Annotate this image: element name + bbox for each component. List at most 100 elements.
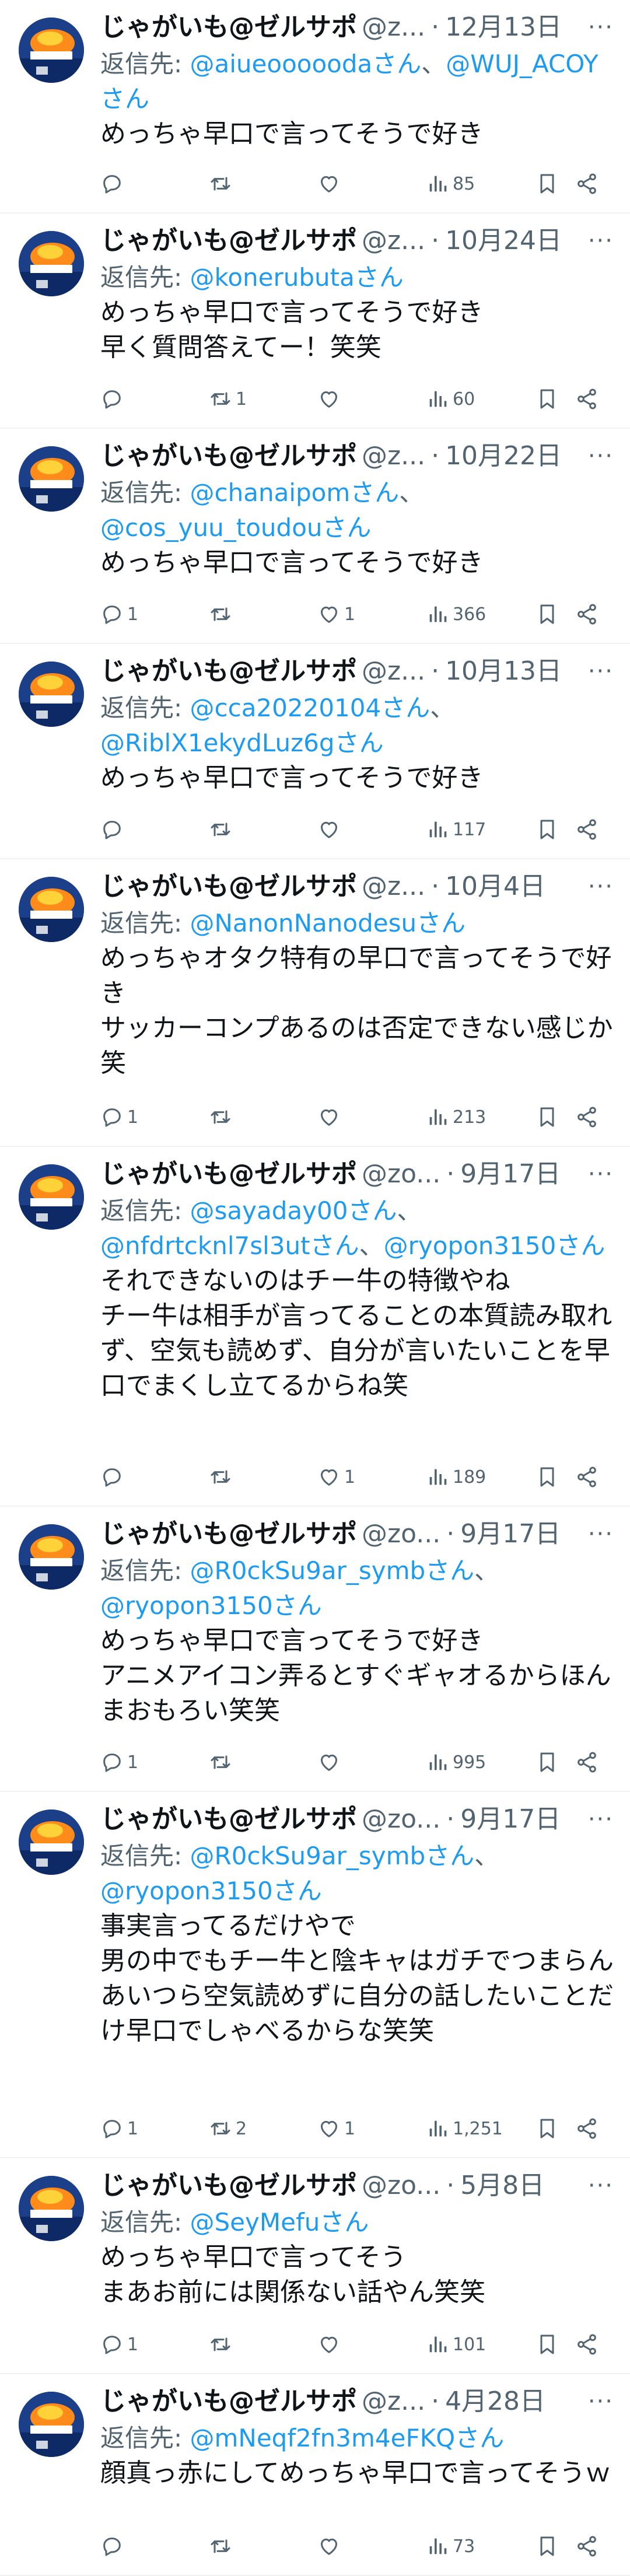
bookmark-button[interactable] xyxy=(536,2535,559,2558)
avatar[interactable] xyxy=(19,2392,84,2457)
views-button[interactable]: 117 xyxy=(426,818,486,841)
tweet[interactable]: じゃがいも@ゼルサポ @z... · 10月4日 ··· 返信先: @NanonNanod… xyxy=(0,859,630,1147)
reply-button[interactable] xyxy=(100,172,127,195)
like-button[interactable] xyxy=(317,387,344,411)
reply-button[interactable] xyxy=(100,2535,127,2558)
tweet[interactable]: じゃがいも@ゼルサポ @zo... · 9月17日 ··· 返信先: @sayaday00… xyxy=(0,1147,630,1507)
more-icon[interactable]: ··· xyxy=(588,1155,614,1194)
author-name[interactable]: じゃがいも@ゼルサポ xyxy=(100,8,357,47)
bookmark-button[interactable] xyxy=(536,818,559,841)
retweet-button[interactable] xyxy=(209,818,236,841)
share-button[interactable] xyxy=(575,1465,598,1489)
avatar[interactable] xyxy=(19,662,84,727)
tweet[interactable]: じゃがいも@ゼルサポ @z... · 10月22日 ··· 返信先: @chanaipom… xyxy=(0,429,630,644)
views-button[interactable]: 213 xyxy=(426,1105,486,1129)
author-name[interactable]: じゃがいも@ゼルサポ xyxy=(100,1515,357,1553)
author-name[interactable]: じゃがいも@ゼルサポ xyxy=(100,2166,357,2205)
like-button[interactable] xyxy=(317,1105,344,1129)
more-icon[interactable]: ··· xyxy=(588,2166,614,2205)
bookmark-button[interactable] xyxy=(536,172,559,195)
author-handle[interactable]: @z... xyxy=(362,437,425,475)
tweet[interactable]: じゃがいも@ゼルサポ @zo... · 5月8日 ··· 返信先: @SeyMefuさんめ… xyxy=(0,2158,630,2374)
retweet-button[interactable] xyxy=(209,1751,236,1774)
avatar[interactable] xyxy=(19,877,84,942)
more-icon[interactable]: ··· xyxy=(588,652,614,691)
reply-button[interactable] xyxy=(100,1465,127,1489)
bookmark-button[interactable] xyxy=(536,1465,559,1489)
author-name[interactable]: じゃがいも@ゼルサポ xyxy=(100,652,357,691)
more-icon[interactable]: ··· xyxy=(588,1515,614,1553)
views-button[interactable]: 60 xyxy=(426,387,475,411)
bookmark-button[interactable] xyxy=(536,603,559,626)
bookmark-button[interactable] xyxy=(536,1105,559,1129)
like-button[interactable] xyxy=(317,2333,344,2356)
share-button[interactable] xyxy=(575,2535,598,2558)
like-button[interactable] xyxy=(317,1751,344,1774)
more-icon[interactable]: ··· xyxy=(588,2382,614,2421)
tweet[interactable]: じゃがいも@ゼルサポ @z... · 4月28日 ··· 返信先: @mNeqf2fn3m… xyxy=(0,2374,630,2576)
author-handle[interactable]: @z... xyxy=(362,867,425,906)
like-button[interactable] xyxy=(317,818,344,841)
avatar[interactable] xyxy=(19,18,84,83)
share-button[interactable] xyxy=(575,2333,598,2356)
author-handle[interactable]: @z... xyxy=(362,8,425,47)
views-button[interactable]: 85 xyxy=(426,172,475,195)
tweet-date[interactable]: 5月8日 xyxy=(460,2166,544,2205)
share-button[interactable] xyxy=(575,2117,598,2140)
mention-link[interactable]: @nfdrtcknl7sl3ut xyxy=(100,1231,310,1260)
views-button[interactable]: 101 xyxy=(426,2333,486,2356)
tweet[interactable]: じゃがいも@ゼルサポ @zo... · 9月17日 ··· 返信先: @R0ckSu9ar… xyxy=(0,1507,630,1792)
views-button[interactable]: 995 xyxy=(426,1751,486,1774)
author-name[interactable]: じゃがいも@ゼルサポ xyxy=(100,867,357,906)
author-name[interactable]: じゃがいも@ゼルサポ xyxy=(100,1800,357,1839)
retweet-button[interactable] xyxy=(209,172,236,195)
author-name[interactable]: じゃがいも@ゼルサポ xyxy=(100,2382,357,2421)
author-name[interactable]: じゃがいも@ゼルサポ xyxy=(100,1155,357,1194)
retweet-button[interactable] xyxy=(209,603,236,626)
mention-link[interactable]: @WUJ_ACOY xyxy=(446,50,598,78)
like-button[interactable] xyxy=(317,172,344,195)
tweet-date[interactable]: 10月22日 xyxy=(445,437,562,475)
author-handle[interactable]: @z... xyxy=(362,652,425,691)
mention-link[interactable]: @cos_yuu_toudou xyxy=(100,513,323,542)
like-button[interactable]: 1 xyxy=(317,1465,355,1489)
reply-button[interactable]: 1 xyxy=(100,603,138,626)
share-button[interactable] xyxy=(575,818,598,841)
mention-link[interactable]: @ryopon3150 xyxy=(384,1231,556,1260)
more-icon[interactable]: ··· xyxy=(588,222,614,260)
views-button[interactable]: 1,251 xyxy=(426,2117,503,2140)
tweet-date[interactable]: 12月13日 xyxy=(445,8,562,47)
views-button[interactable]: 73 xyxy=(426,2535,475,2558)
mention-link[interactable]: @R0ckSu9ar_symb xyxy=(190,1842,426,1870)
tweet[interactable]: じゃがいも@ゼルサポ @z... · 10月24日 ··· 返信先: @konerubut… xyxy=(0,214,630,429)
mention-link[interactable]: @cca20220104 xyxy=(190,694,382,722)
mention-link[interactable]: @SeyMefu xyxy=(190,2208,320,2236)
reply-button[interactable] xyxy=(100,387,127,411)
like-button[interactable]: 1 xyxy=(317,603,355,626)
tweet[interactable]: じゃがいも@ゼルサポ @z... · 12月13日 ··· 返信先: @aiueooooo… xyxy=(0,0,630,214)
like-button[interactable]: 1 xyxy=(317,2117,355,2140)
retweet-button[interactable] xyxy=(209,2535,236,2558)
tweet-date[interactable]: 10月13日 xyxy=(445,652,562,691)
avatar[interactable] xyxy=(19,1524,84,1590)
bookmark-button[interactable] xyxy=(536,1751,559,1774)
views-button[interactable]: 366 xyxy=(426,603,486,626)
bookmark-button[interactable] xyxy=(536,2333,559,2356)
mention-link[interactable]: @NanonNanodesu xyxy=(190,909,417,937)
retweet-button[interactable] xyxy=(209,1465,236,1489)
retweet-button[interactable]: 1 xyxy=(209,387,247,411)
mention-link[interactable]: @chanaipom xyxy=(190,478,351,507)
mention-link[interactable]: @R0ckSu9ar_symb xyxy=(190,1556,426,1585)
mention-link[interactable]: @RiblX1ekydLuz6g xyxy=(100,729,335,757)
author-handle[interactable]: @zo... xyxy=(362,2166,440,2205)
author-name[interactable]: じゃがいも@ゼルサポ xyxy=(100,437,357,475)
author-handle[interactable]: @zo... xyxy=(362,1515,440,1553)
share-button[interactable] xyxy=(575,1105,598,1129)
tweet[interactable]: じゃがいも@ゼルサポ @zo... · 9月17日 ··· 返信先: @R0ckSu9ar… xyxy=(0,1792,630,2158)
reply-button[interactable] xyxy=(100,818,127,841)
mention-link[interactable]: @aiueoooooda xyxy=(190,50,373,78)
reply-button[interactable]: 1 xyxy=(100,1751,138,1774)
more-icon[interactable]: ··· xyxy=(588,437,614,475)
share-button[interactable] xyxy=(575,1751,598,1774)
tweet-date[interactable]: 9月17日 xyxy=(460,1155,561,1194)
